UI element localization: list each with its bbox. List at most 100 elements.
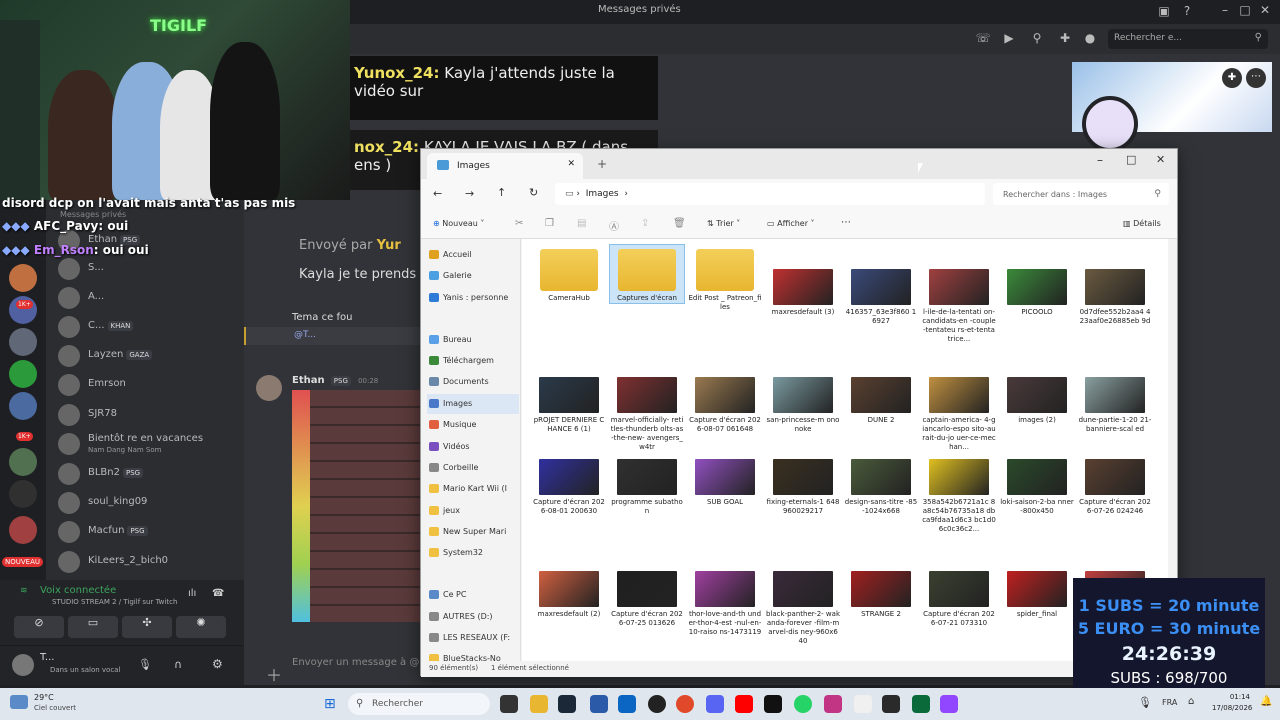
image-item[interactable]: Capture d'écran 2026-07-26 024246 — [1078, 439, 1152, 516]
image-item[interactable]: PICOOLO — [1000, 245, 1074, 317]
new-button[interactable]: ⊕ Nouveau ˅ — [433, 219, 484, 228]
nav-item[interactable]: Documents — [427, 372, 519, 392]
image-item[interactable]: STRANGE 2 — [844, 547, 918, 619]
inbox-icon[interactable]: ▣ — [1155, 4, 1173, 20]
nav-item[interactable]: Galerie — [427, 266, 519, 286]
server-icon[interactable] — [9, 264, 37, 292]
image-item[interactable]: 416357_63e3f860 16927 — [844, 245, 918, 326]
app-icon[interactable] — [912, 695, 930, 713]
image-item[interactable]: captain-america- 4-giancarlo-espo sito-a… — [922, 353, 996, 452]
more-icon[interactable]: ⋯ — [1246, 68, 1266, 88]
image-item[interactable]: fixing-eternals-1 648960029217 — [766, 439, 840, 516]
refresh-icon[interactable]: ↻ — [529, 186, 538, 199]
tierlist-image[interactable] — [292, 390, 420, 622]
obs-icon[interactable] — [648, 695, 666, 713]
nav-item[interactable]: Corbeille — [427, 458, 519, 478]
add-friend-icon[interactable]: ✚ — [1056, 31, 1074, 47]
image-item[interactable]: 0d7dfee552b2aa4 423aaf0e26885eb 9d — [1078, 245, 1152, 326]
avatar[interactable] — [1082, 96, 1138, 152]
close-icon[interactable]: ✕ — [1156, 153, 1165, 166]
nav-item[interactable]: Yanis : personne — [427, 288, 519, 308]
image-item[interactable]: loki-saison-2-ba nner-800x450 — [1000, 439, 1074, 516]
delete-icon[interactable]: 🗑 — [673, 218, 686, 229]
minimize-icon[interactable]: – — [1097, 153, 1103, 167]
headphones-icon[interactable]: ∩ — [174, 658, 182, 671]
cut-icon[interactable]: ✂ — [515, 218, 523, 229]
tab-images[interactable]: Images ✕ — [427, 153, 583, 179]
steam-icon[interactable] — [558, 695, 576, 713]
details-button[interactable]: ▥ Détails — [1123, 219, 1161, 228]
taskbar-search-input[interactable]: ⚲ Rechercher — [348, 693, 490, 715]
breadcrumb[interactable]: ▭ › Images › — [555, 183, 985, 205]
app-icon[interactable] — [590, 695, 608, 713]
message-input[interactable]: Envoyer un message à @Eth — [292, 657, 436, 668]
weather-icon[interactable] — [10, 695, 28, 709]
clock-time[interactable]: 01:14 — [1220, 693, 1250, 701]
image-item[interactable]: pROJET DERNIERE CHANCE 6 (1) — [532, 353, 606, 434]
task-view-icon[interactable] — [500, 695, 518, 713]
notification-icon[interactable]: 🔔 — [1260, 696, 1272, 707]
server-icon[interactable] — [9, 392, 37, 420]
network-icon[interactable]: ⌂ — [1188, 696, 1194, 707]
image-item[interactable]: design-sans-titre -85-1024x668 — [844, 439, 918, 516]
list-item[interactable]: BLBn2 PSG — [46, 461, 244, 487]
epic-games-icon[interactable] — [882, 695, 900, 713]
mic-icon[interactable]: 🎙 — [138, 658, 152, 671]
instagram-icon[interactable] — [824, 695, 842, 713]
up-icon[interactable]: ↑ — [497, 186, 506, 199]
twitch-icon[interactable] — [940, 695, 958, 713]
list-item[interactable]: Bientôt re en vacances Nam Dang Nam Som — [46, 431, 244, 457]
view-button[interactable]: ▭ Afficher ˅ — [767, 219, 815, 228]
windows-start-icon[interactable]: ⊞ — [324, 696, 336, 712]
file-explorer-icon[interactable] — [530, 695, 548, 713]
language-indicator[interactable]: FRA — [1162, 698, 1177, 707]
server-icon[interactable] — [9, 480, 37, 508]
paste-icon[interactable]: ▤ — [577, 218, 586, 229]
list-item[interactable]: Macfun PSG — [46, 519, 244, 545]
nav-item[interactable]: LES RESEAUX (F: — [427, 628, 519, 648]
youtube-icon[interactable] — [735, 695, 753, 713]
activity-button[interactable]: ✣ — [122, 616, 172, 638]
share-icon[interactable]: ⇪ — [641, 218, 649, 229]
folder-item[interactable]: CameraHub — [532, 245, 606, 303]
maximize-icon[interactable]: □ — [1236, 3, 1254, 19]
add-attachment-icon[interactable]: ＋ — [266, 662, 282, 686]
image-item[interactable]: Capture d'écran 2026-07-21 073310 — [922, 547, 996, 628]
list-item[interactable]: soul_king09 — [46, 490, 244, 516]
list-item[interactable]: C... KHAN — [46, 314, 244, 340]
minimize-icon[interactable]: – — [1216, 3, 1234, 19]
folder-item[interactable]: Edit Post _ Patreon_files — [688, 245, 762, 312]
nav-item[interactable]: Ce PC — [427, 585, 519, 605]
add-friend-icon[interactable]: ✚ — [1222, 68, 1242, 88]
disconnect-icon[interactable]: ☎ — [212, 588, 224, 599]
list-item[interactable]: SJR78 — [46, 402, 244, 428]
chrome-icon[interactable] — [676, 695, 694, 713]
gear-icon[interactable]: ⚙ — [212, 657, 223, 671]
soundboard-button[interactable]: ✺ — [176, 616, 226, 638]
image-item[interactable]: images (2) — [1000, 353, 1074, 425]
image-item[interactable]: spider_final — [1000, 547, 1074, 619]
profile-icon[interactable]: ● — [1081, 31, 1099, 47]
whatsapp-icon[interactable] — [794, 695, 812, 713]
list-item[interactable]: S... — [46, 256, 244, 282]
image-item[interactable]: dune-partie-1-20 21-banniere-scal ed — [1078, 353, 1152, 434]
copy-icon[interactable]: ❐ — [545, 218, 554, 229]
nav-item[interactable]: Mario Kart Wii (I — [427, 479, 519, 499]
clock-date[interactable]: 17/08/2026 — [1212, 704, 1252, 712]
nav-item[interactable]: Accueil — [427, 245, 519, 265]
list-item[interactable]: KiLeers_2_bich0 — [46, 549, 244, 575]
maximize-icon[interactable]: □ — [1126, 153, 1136, 166]
image-item[interactable]: 358a542b6721a1c 8a8c54b76735a18 dbca9fda… — [922, 439, 996, 534]
image-item[interactable]: Capture d'écran 2026-08-01 200630 — [532, 439, 606, 516]
nav-item[interactable]: Images — [427, 394, 519, 414]
server-icon[interactable] — [9, 516, 37, 544]
image-item[interactable]: maxresdefault (3) — [766, 245, 840, 317]
app-icon[interactable] — [618, 695, 636, 713]
folder-item[interactable]: Captures d'écran — [609, 244, 685, 304]
image-item[interactable]: black-panther-2- wakanda-forever -film-m… — [766, 547, 840, 646]
image-item[interactable]: programme subathon — [610, 439, 684, 516]
new-tab-icon[interactable]: + — [597, 157, 607, 171]
more-icon[interactable]: ⋯ — [841, 217, 851, 228]
mic-icon[interactable]: 🎙 — [1138, 696, 1152, 709]
image-item[interactable]: DUNE 2 — [844, 353, 918, 425]
